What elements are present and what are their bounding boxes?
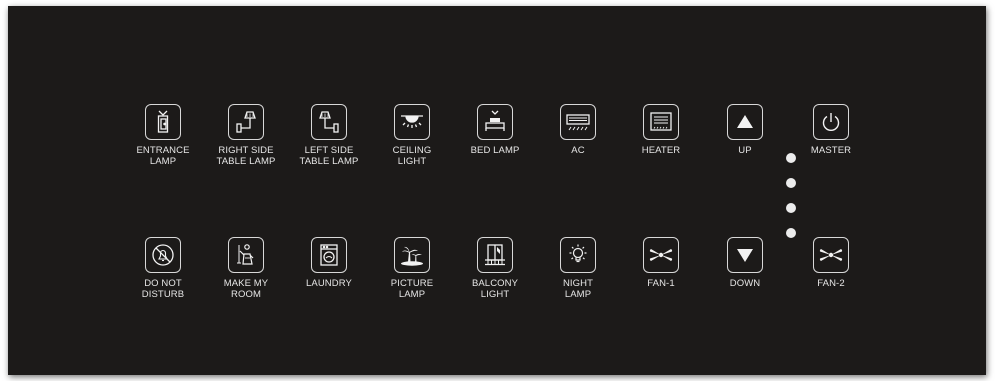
- left-side-table-lamp-button[interactable]: [311, 104, 347, 140]
- make-my-room-button[interactable]: [228, 237, 264, 273]
- night-lamp-label: NIGHT LAMP: [562, 278, 594, 300]
- right-side-table-lamp-label: RIGHT SIDE TABLE LAMP: [216, 145, 276, 167]
- fan-speed-led-1: [786, 153, 796, 163]
- fan-1-button[interactable]: [643, 237, 679, 273]
- make-my-room-icon: [237, 244, 254, 265]
- make-my-room-label: MAKE MY ROOM: [223, 278, 269, 300]
- picture-lamp-button[interactable]: [394, 237, 430, 273]
- laundry-key[interactable]: LAUNDRY: [284, 237, 374, 289]
- up-label: UP: [738, 145, 752, 156]
- laundry-icon: [320, 244, 338, 266]
- heater-label: HEATER: [641, 145, 681, 156]
- entrance-lamp-key[interactable]: ENTRANCE LAMP: [118, 104, 208, 167]
- ac-key[interactable]: AC: [533, 104, 623, 156]
- fan-speed-led-3: [786, 203, 796, 213]
- heater-key[interactable]: HEATER: [616, 104, 706, 156]
- balcony-light-key[interactable]: BALCONY LIGHT: [450, 237, 540, 300]
- picture-lamp-label: PICTURE LAMP: [390, 278, 434, 300]
- fan-2-label: FAN-2: [817, 278, 845, 289]
- master-label: MASTER: [810, 145, 852, 156]
- laundry-label: LAUNDRY: [306, 278, 352, 289]
- right-side-table-lamp-button[interactable]: [228, 104, 264, 140]
- ceiling-light-label: CEILING LIGHT: [392, 145, 432, 167]
- master-button[interactable]: [813, 104, 849, 140]
- fan-2-button[interactable]: [813, 237, 849, 273]
- power-icon: [822, 113, 840, 131]
- laundry-button[interactable]: [311, 237, 347, 273]
- ceiling-light-key[interactable]: CEILING LIGHT: [367, 104, 457, 167]
- ceiling-light-icon: [401, 115, 423, 128]
- fan-1-label: FAN-1: [647, 278, 675, 289]
- entrance-lamp-label: ENTRANCE LAMP: [136, 145, 190, 167]
- balcony-light-button[interactable]: [477, 237, 513, 273]
- down-arrow-icon: [737, 249, 753, 262]
- down-key[interactable]: DOWN: [700, 237, 790, 289]
- left-side-table-lamp-key[interactable]: LEFT SIDE TABLE LAMP: [284, 104, 374, 167]
- down-label: DOWN: [729, 278, 761, 289]
- make-my-room-key[interactable]: MAKE MY ROOM: [201, 237, 291, 300]
- do-not-disturb-button[interactable]: [145, 237, 181, 273]
- do-not-disturb-icon: [152, 244, 174, 266]
- master-key[interactable]: MASTER: [786, 104, 876, 156]
- ceiling-light-button[interactable]: [394, 104, 430, 140]
- up-arrow-icon: [737, 115, 753, 128]
- entrance-lamp-icon: [157, 110, 169, 133]
- night-lamp-button[interactable]: [560, 237, 596, 273]
- heater-button[interactable]: [643, 104, 679, 140]
- up-key[interactable]: UP: [700, 104, 790, 156]
- night-lamp-icon: [569, 244, 587, 263]
- left-side-table-lamp-label: LEFT SIDE TABLE LAMP: [299, 145, 359, 167]
- fan-icon: [819, 249, 843, 261]
- fan-2-key[interactable]: FAN-2: [786, 237, 876, 289]
- left-side-table-lamp-icon: [319, 111, 339, 133]
- entrance-lamp-button[interactable]: [145, 104, 181, 140]
- ac-label: AC: [571, 145, 585, 156]
- bed-lamp-label: BED LAMP: [470, 145, 520, 156]
- control-panel: ENTRANCE LAMP RIGHT SIDE TABLE LAMP LEFT…: [8, 6, 986, 375]
- bed-lamp-button[interactable]: [477, 104, 513, 140]
- do-not-disturb-label: DO NOT DISTURB: [141, 278, 185, 300]
- ac-icon: [566, 114, 590, 131]
- heater-icon: [650, 112, 672, 131]
- picture-lamp-icon: [401, 246, 423, 266]
- fan-1-key[interactable]: FAN-1: [616, 237, 706, 289]
- balcony-light-label: BALCONY LIGHT: [471, 278, 519, 300]
- bed-lamp-key[interactable]: BED LAMP: [450, 104, 540, 156]
- balcony-light-icon: [485, 244, 505, 266]
- ac-button[interactable]: [560, 104, 596, 140]
- right-side-table-lamp-key[interactable]: RIGHT SIDE TABLE LAMP: [201, 104, 291, 167]
- picture-lamp-key[interactable]: PICTURE LAMP: [367, 237, 457, 300]
- fan-icon: [649, 249, 673, 261]
- bed-lamp-icon: [485, 110, 505, 131]
- up-button[interactable]: [727, 104, 763, 140]
- do-not-disturb-key[interactable]: DO NOT DISTURB: [118, 237, 208, 300]
- right-side-table-lamp-icon: [236, 111, 256, 133]
- fan-speed-led-2: [786, 178, 796, 188]
- night-lamp-key[interactable]: NIGHT LAMP: [533, 237, 623, 300]
- down-button[interactable]: [727, 237, 763, 273]
